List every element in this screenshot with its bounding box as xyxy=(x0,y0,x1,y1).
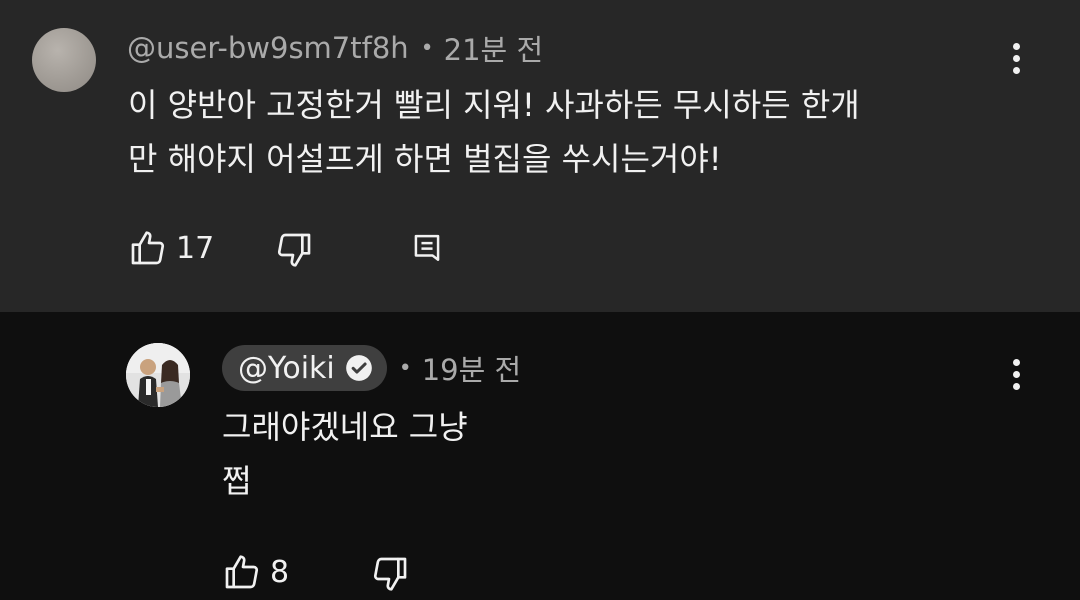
separator-dot: • xyxy=(398,355,412,381)
comment-body-line: 만 해야지 어설프게 하면 벌집을 쑤시는거야! xyxy=(128,140,722,178)
dislike-button[interactable] xyxy=(370,554,410,594)
more-vert-icon[interactable] xyxy=(996,348,1036,400)
comment-header: @user-bw9sm7tf8h • 21분 전 xyxy=(127,26,543,70)
reply-button[interactable] xyxy=(410,232,444,268)
more-vert-icon[interactable] xyxy=(996,32,1036,84)
thumbs-down-icon xyxy=(277,233,311,267)
like-button[interactable]: 8 xyxy=(222,552,289,592)
timestamp[interactable]: 21분 전 xyxy=(444,27,543,69)
comment-body-line: 이 양반아 고정한거 빨리 지워! 사과하든 무시하든 한개 xyxy=(128,86,860,124)
author-name: @Yoiki xyxy=(238,350,335,386)
avatar[interactable] xyxy=(32,28,96,92)
verified-check-icon xyxy=(345,354,373,382)
comment-body: 이 양반아 고정한거 빨리 지워! 사과하든 무시하든 한개 만 해야지 어설프… xyxy=(128,78,1028,186)
reply-header: @Yoiki • 19분 전 xyxy=(222,345,521,391)
thumbs-up-icon xyxy=(131,231,165,265)
dislike-button[interactable] xyxy=(274,230,314,270)
like-count: 8 xyxy=(270,554,290,590)
separator-dot: • xyxy=(420,35,434,61)
like-button[interactable]: 17 xyxy=(128,228,214,268)
timestamp[interactable]: 19분 전 xyxy=(422,347,521,389)
reply-body-line: 쩝 xyxy=(222,462,252,500)
author-badge[interactable]: @Yoiki xyxy=(222,345,387,391)
thumbs-up-icon xyxy=(225,555,259,589)
comment-thread-top: @user-bw9sm7tf8h • 21분 전 이 양반아 고정한거 빨리 지… xyxy=(0,0,1080,312)
reply-body: 그래야겠네요 그냥 쩝 xyxy=(222,400,922,508)
avatar[interactable] xyxy=(126,343,190,407)
author-name[interactable]: @user-bw9sm7tf8h xyxy=(127,31,409,65)
reply-icon xyxy=(414,234,440,261)
like-count: 17 xyxy=(176,230,215,266)
reply-body-line: 그래야겠네요 그냥 xyxy=(222,408,468,446)
avatar-image xyxy=(126,343,190,407)
thumbs-down-icon xyxy=(373,557,407,591)
